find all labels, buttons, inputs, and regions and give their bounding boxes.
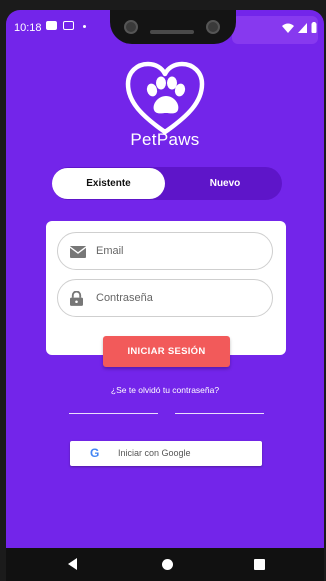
- account-type-toggle: Existente Nuevo: [52, 167, 282, 200]
- mail-icon: [70, 246, 86, 258]
- dot-icon: [83, 25, 86, 28]
- home-icon[interactable]: [162, 559, 173, 570]
- system-nav-bar: [6, 548, 324, 581]
- phone-frame: 10:18 PetPaws Existente Nuevo Email Cont…: [0, 0, 326, 581]
- signal-icon: [298, 22, 307, 33]
- tab-existing[interactable]: Existente: [52, 168, 165, 199]
- app-screen: 10:18 PetPaws Existente Nuevo Email Cont…: [6, 10, 324, 548]
- password-field[interactable]: Contraseña: [57, 279, 273, 317]
- status-bar: 10:18: [6, 10, 324, 44]
- email-field[interactable]: Email: [57, 232, 273, 270]
- email-placeholder: Email: [96, 245, 124, 257]
- tab-new[interactable]: Nuevo: [168, 167, 282, 200]
- divider-left: [69, 413, 158, 414]
- camera-notch: [110, 10, 236, 44]
- front-camera-right-icon: [206, 20, 220, 34]
- divider-right: [175, 413, 264, 414]
- back-icon[interactable]: [68, 558, 77, 570]
- google-icon: G: [90, 446, 100, 460]
- lock-icon: [70, 291, 83, 306]
- password-placeholder: Contraseña: [96, 292, 153, 304]
- status-left-icons: [46, 21, 86, 30]
- status-right-icons: [282, 22, 317, 33]
- app-name: PetPaws: [130, 130, 200, 149]
- login-button[interactable]: INICIAR SESIÓN: [103, 336, 230, 367]
- earpiece-speaker: [150, 30, 194, 34]
- google-sign-in-label: Iniciar con Google: [118, 448, 191, 458]
- recent-apps-icon[interactable]: [254, 559, 265, 570]
- google-sign-in-button[interactable]: G Iniciar con Google: [70, 441, 262, 466]
- status-time: 10:18: [14, 22, 42, 34]
- card-icon: [63, 21, 74, 30]
- front-camera-left-icon: [124, 20, 138, 34]
- login-card: Email Contraseña: [46, 221, 286, 355]
- paw-heart-icon: [125, 61, 205, 135]
- forgot-password-link[interactable]: ¿Se te olvidó tu contraseña?: [6, 385, 324, 395]
- message-icon: [46, 21, 57, 30]
- battery-icon: [311, 22, 317, 33]
- wifi-icon: [282, 23, 294, 33]
